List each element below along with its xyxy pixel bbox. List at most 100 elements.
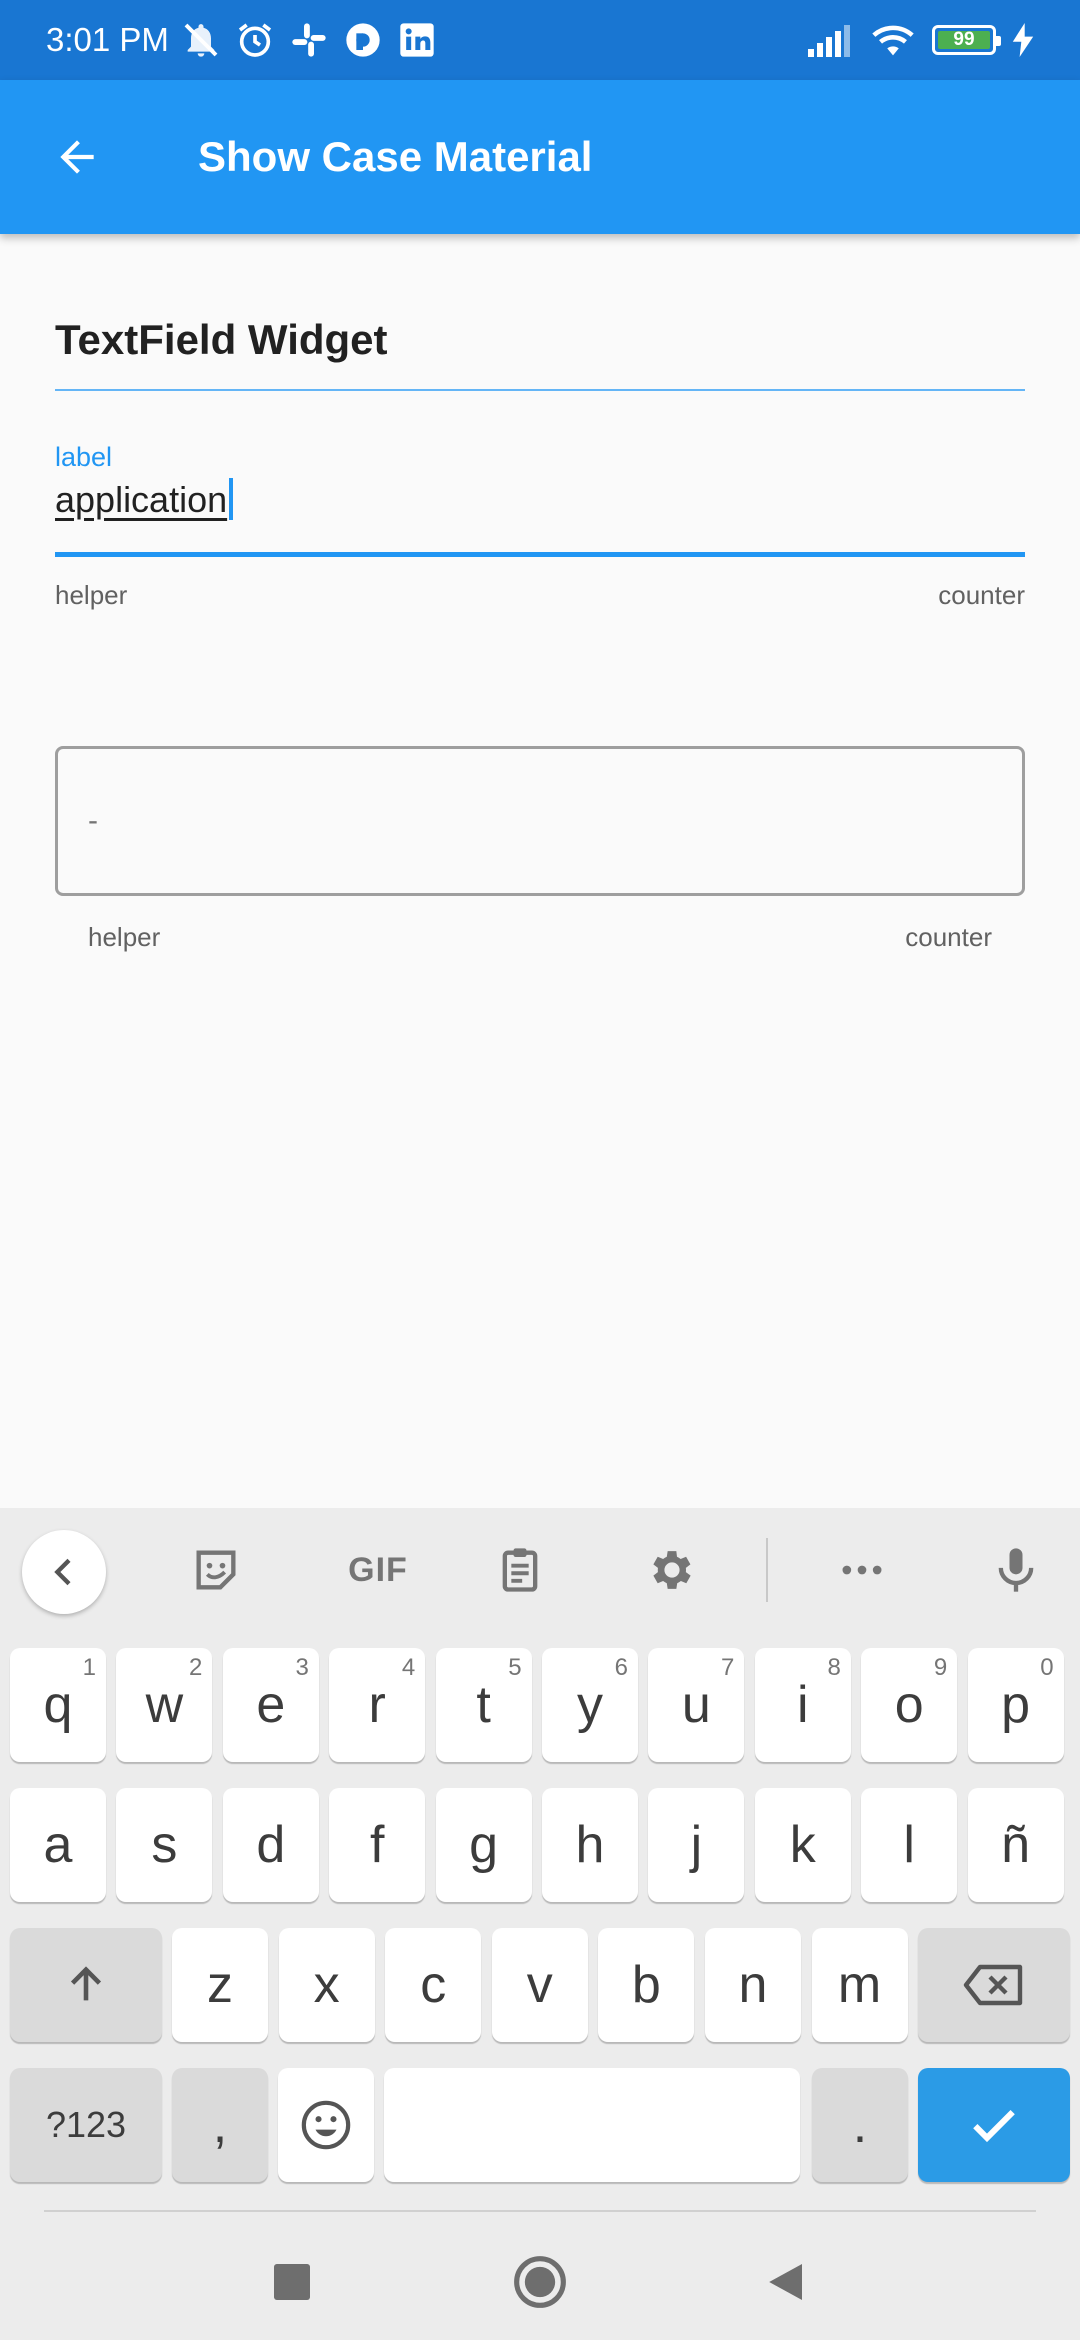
slack-icon xyxy=(292,23,326,57)
space-key[interactable] xyxy=(384,2068,800,2182)
key-f[interactable]: f xyxy=(329,1788,426,1902)
chevron-left-icon xyxy=(54,1558,71,1586)
home-button[interactable] xyxy=(510,2252,570,2312)
key-r[interactable]: r4 xyxy=(329,1648,426,1762)
comma-key-label: , xyxy=(212,2096,228,2154)
key-label: t xyxy=(476,1676,491,1734)
wifi-icon xyxy=(872,25,914,56)
key-a[interactable]: a xyxy=(10,1788,106,1902)
status-indicators: 99 xyxy=(808,22,1034,58)
outlined-textfield-helper-text: helper xyxy=(88,922,161,952)
battery-level: 99 xyxy=(938,30,990,49)
key-d[interactable]: d xyxy=(222,1788,319,1902)
textfield-input[interactable]: application xyxy=(55,478,234,521)
key-label: o xyxy=(894,1676,924,1734)
keyboard-settings-button[interactable] xyxy=(642,1540,702,1600)
sticker-button[interactable] xyxy=(186,1540,246,1600)
shift-key[interactable] xyxy=(10,1928,162,2042)
key-j[interactable]: j xyxy=(648,1788,745,1902)
key-n[interactable]: n xyxy=(705,1928,801,2042)
key-x[interactable]: x xyxy=(278,1928,375,2042)
linkedin-icon xyxy=(400,23,434,57)
backspace-key[interactable] xyxy=(918,1928,1070,2042)
key-label: n xyxy=(738,1956,768,2014)
key-m[interactable]: m xyxy=(811,1928,908,2042)
alarm-icon xyxy=(238,23,272,57)
key-c[interactable]: c xyxy=(385,1928,482,2042)
key-label: k xyxy=(789,1816,816,1874)
gif-icon: GIF xyxy=(348,1550,408,1589)
battery-icon: 99 xyxy=(932,25,1001,55)
more-icon xyxy=(842,1565,882,1575)
key-label: v xyxy=(526,1956,553,2014)
key-y[interactable]: y6 xyxy=(542,1648,638,1762)
key-label: y xyxy=(577,1676,603,1734)
charging-icon xyxy=(1012,23,1034,57)
key-s[interactable]: s xyxy=(116,1788,213,1902)
key-v[interactable]: v xyxy=(491,1928,588,2042)
key-q[interactable]: q1 xyxy=(10,1648,106,1762)
textfield-counter-text: counter xyxy=(938,580,1025,610)
back-button[interactable] xyxy=(0,80,154,234)
pocketcasts-icon xyxy=(346,23,380,57)
toolbar-separator xyxy=(766,1538,768,1602)
key-label: j xyxy=(690,1816,703,1874)
key-label: p xyxy=(1001,1676,1031,1734)
key-e[interactable]: e3 xyxy=(222,1648,319,1762)
key-g[interactable]: g xyxy=(435,1788,532,1902)
key-label: w xyxy=(145,1676,184,1734)
gif-button[interactable]: GIF xyxy=(338,1540,418,1600)
clipboard-button[interactable] xyxy=(490,1540,550,1600)
key-label: m xyxy=(837,1956,882,2014)
period-key-label: . xyxy=(852,2096,868,2154)
keyboard-collapse-button[interactable] xyxy=(22,1530,106,1614)
symbols-key[interactable]: ?123 xyxy=(10,2068,162,2182)
key-z[interactable]: z xyxy=(172,1928,268,2042)
key-label: ñ xyxy=(1001,1816,1031,1874)
key-w[interactable]: w2 xyxy=(116,1648,213,1762)
key-label: s xyxy=(151,1816,178,1874)
key-label: x xyxy=(313,1956,340,2014)
recents-button[interactable] xyxy=(262,2252,322,2312)
textfield-input-value: application xyxy=(55,479,228,520)
status-bar: 3:01 PM 99 xyxy=(0,0,1080,80)
settings-icon xyxy=(653,1551,691,1589)
key-h[interactable]: h xyxy=(542,1788,638,1902)
key-label: i xyxy=(797,1676,809,1734)
outlined-textfield-counter-text: counter xyxy=(905,922,992,952)
app-bar: Show Case Material xyxy=(0,80,1080,234)
emoji-key[interactable] xyxy=(278,2068,374,2182)
comma-key[interactable]: , xyxy=(172,2068,268,2182)
key-b[interactable]: b xyxy=(598,1928,695,2042)
enter-key[interactable] xyxy=(918,2068,1070,2182)
period-key[interactable]: . xyxy=(812,2068,908,2182)
voice-input-button[interactable] xyxy=(986,1540,1046,1600)
system-back-button[interactable] xyxy=(756,2252,816,2312)
key-number-hint: 2 xyxy=(189,1654,203,1681)
recents-square-icon xyxy=(274,2264,310,2300)
emoji-icon xyxy=(301,2100,351,2150)
check-icon xyxy=(973,2110,1015,2143)
section-divider xyxy=(55,389,1025,391)
key-ñ[interactable]: ñ xyxy=(967,1788,1064,1902)
key-number-hint: 5 xyxy=(508,1654,522,1681)
outlined-textfield[interactable]: - xyxy=(55,746,1025,896)
key-t[interactable]: t5 xyxy=(435,1648,532,1762)
key-label: g xyxy=(469,1816,499,1874)
mute-icon xyxy=(184,23,218,57)
key-label: e xyxy=(256,1676,286,1734)
key-i[interactable]: i8 xyxy=(754,1648,851,1762)
backspace-icon xyxy=(963,1964,1023,2006)
key-number-hint: 8 xyxy=(827,1654,841,1681)
key-p[interactable]: p0 xyxy=(967,1648,1064,1762)
text-cursor xyxy=(229,478,234,520)
key-u[interactable]: u7 xyxy=(648,1648,745,1762)
key-o[interactable]: o9 xyxy=(861,1648,958,1762)
back-triangle-icon xyxy=(769,2264,802,2300)
textfield-underline xyxy=(55,552,1025,557)
shift-arrow-icon xyxy=(70,1966,102,2001)
key-label: c xyxy=(420,1956,447,2014)
key-l[interactable]: l xyxy=(861,1788,958,1902)
key-k[interactable]: k xyxy=(754,1788,851,1902)
more-button[interactable] xyxy=(832,1540,892,1600)
